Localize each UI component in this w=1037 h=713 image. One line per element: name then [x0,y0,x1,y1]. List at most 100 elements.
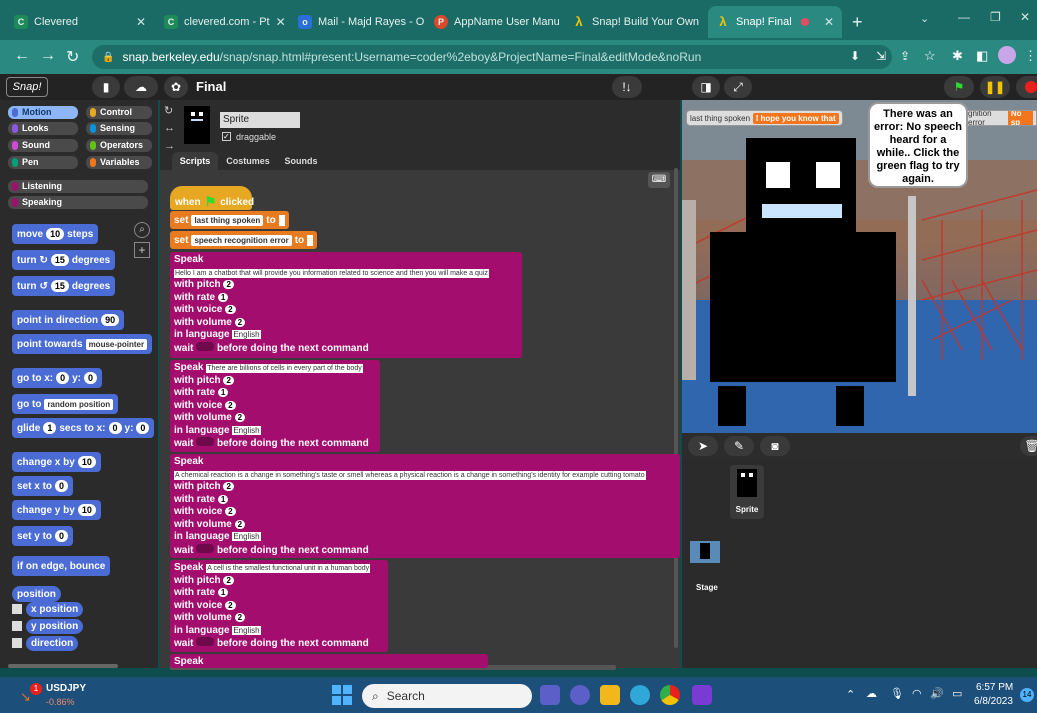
search-icon[interactable]: ⌕ [134,222,150,238]
file-explorer-icon[interactable] [600,685,620,705]
reload-icon[interactable]: ↻ [66,47,79,67]
block-goto[interactable]: go to random position [12,394,119,414]
block-bounce[interactable]: if on edge, bounce [12,556,111,576]
trash-icon[interactable]: 🗑 [1020,436,1037,456]
tab-sounds[interactable]: Sounds [278,152,324,170]
category-operators[interactable]: Operators [86,139,152,152]
tab-snap-build[interactable]: λ Snap! Build Your Own ✕ [564,6,706,38]
category-listening[interactable]: Listening [8,180,148,193]
pointer-icon[interactable]: ➤ [688,436,718,456]
block-set-x[interactable]: set x to 0 [12,476,74,496]
checkbox-x-position[interactable] [12,604,22,614]
tab-snap-final[interactable]: λ Snap! Final ✕ [708,6,842,38]
bookmark-star-icon[interactable]: ☆ [924,48,936,64]
palette-scrollbar[interactable] [8,664,118,668]
reporter-direction[interactable]: direction [26,636,79,651]
sprite-robot-head[interactable] [746,138,856,234]
mic-icon[interactable]: 🎙 [890,687,904,700]
tab-scripts[interactable]: Scripts [172,152,218,170]
rotate-style-icon[interactable]: ↻ [164,104,173,117]
taskbar-search[interactable]: ⌕ Search [362,684,532,708]
gear-icon[interactable]: ✿ [164,76,188,98]
clock-date[interactable]: 6/8/2023 [974,696,1013,707]
chevron-up-icon[interactable]: ⌃ [846,688,855,701]
stocks-widget[interactable]: ↘ 1 [20,683,42,705]
tab-appname[interactable]: P AppName User Manu ✕ [426,6,562,38]
corral-sprite[interactable]: Sprite [730,465,764,519]
back-icon[interactable]: ← [14,47,30,65]
tab-mail[interactable]: o Mail - Majd Rayes - O ✕ [290,6,424,38]
tab-clevered-com[interactable]: C clevered.com - Pt ✕ [156,6,288,38]
snap-logo[interactable]: Snap! [6,77,48,97]
download-icon[interactable]: ⬇ [850,49,860,63]
cast-icon[interactable]: ⇲ [876,49,886,63]
url-field[interactable]: 🔒 snap.berkeley.edu /snap/snap.html#pres… [92,45,892,69]
menu-kebab-icon[interactable]: ⋮ [1024,48,1037,64]
stage-size-icon[interactable]: ◨ [692,76,720,98]
maximize-icon[interactable]: ❐ [990,10,1001,24]
close-icon[interactable]: ✕ [130,15,146,29]
category-looks[interactable]: Looks [8,122,78,135]
block-change-y[interactable]: change y by 10 [12,500,101,520]
add-block-icon[interactable]: + [134,242,150,258]
speak-block-4[interactable]: Speak A cell is the smallest functional … [170,560,388,652]
unsaved-indicator-icon[interactable]: !↓ [612,76,642,98]
stage[interactable]: last thing spoken I hope you know that g… [682,100,1037,433]
keyboard-icon[interactable]: ⌨ [648,172,670,188]
paintbrush-icon[interactable]: ✎ [724,436,754,456]
block-change-x[interactable]: change x by 10 [12,452,101,472]
task-view-icon[interactable] [540,685,560,705]
new-tab-icon[interactable]: + [852,12,863,33]
block-turn-ccw[interactable]: turn ↺ 15 degrees [12,276,116,296]
fullscreen-icon[interactable]: ⤢ [724,76,752,98]
avatar[interactable] [998,46,1016,64]
wifi-icon[interactable]: ◠ [912,687,922,700]
minimize-icon[interactable]: — [958,10,970,24]
cloud-icon[interactable]: ☁ [124,76,158,98]
stop-icon[interactable] [1016,76,1037,98]
teams-icon[interactable] [570,685,590,705]
category-variables[interactable]: Variables [86,156,152,169]
forward-icon[interactable]: → [40,47,56,65]
speak-block-5[interactable]: Speak [170,654,488,668]
block-point-towards[interactable]: point towards mouse-pointer [12,334,153,354]
category-sensing[interactable]: Sensing [86,122,152,135]
no-rotate-icon[interactable]: → [164,140,175,152]
chrome-icon[interactable] [660,685,680,705]
block-move[interactable]: move 10 steps [12,224,99,244]
tab-clevered[interactable]: C Clevered ✕ [6,6,154,38]
watcher-speech-error[interactable]: gnition error No sp [964,110,1037,126]
reporter-x-position[interactable]: x position [26,602,84,617]
share-icon[interactable]: ⇪ [900,49,910,63]
edge-icon[interactable] [630,685,650,705]
reporter-y-position[interactable]: y position [26,619,84,634]
category-motion[interactable]: Motion [8,106,78,119]
app-icon[interactable] [692,685,712,705]
block-set-y[interactable]: set y to 0 [12,526,74,546]
file-icon[interactable]: ▮ [92,76,120,98]
speak-block-2[interactable]: Speak There are billions of cells in eve… [170,360,380,452]
script-vscrollbar[interactable] [674,168,678,648]
window-close-icon[interactable]: ✕ [1020,10,1030,24]
block-turn-cw[interactable]: turn ↻ 15 degrees [12,250,116,270]
volume-icon[interactable]: 🔊 [930,687,944,700]
close-icon[interactable]: ✕ [270,15,286,29]
draggable-checkbox[interactable]: ✓ [222,132,231,141]
cloud-icon[interactable]: ☁ [866,687,877,700]
start-icon[interactable] [332,685,352,705]
watcher-last-thing-spoken[interactable]: last thing spoken I hope you know that [686,110,843,126]
notification-badge[interactable]: 14 [1020,688,1034,702]
set-last-thing-spoken[interactable]: set last thing spoken to [170,211,289,229]
block-goto-xy[interactable]: go to x: 0 y: 0 [12,368,103,388]
set-speech-error[interactable]: set speech recognition error to [170,231,318,249]
close-icon[interactable]: ✕ [560,15,562,29]
close-icon[interactable]: ✕ [818,15,834,29]
category-sound[interactable]: Sound [8,139,78,152]
speak-block-1[interactable]: Speak Hello I am a chatbot that will pro… [170,252,522,358]
rotate-lr-icon[interactable]: ↔ [164,122,175,134]
hat-green-flag[interactable]: when ⚑ clicked [170,186,254,210]
pause-icon[interactable]: ❚❚ [980,76,1010,98]
chevron-down-icon[interactable]: ⌄ [920,12,929,25]
reporter-position[interactable]: position [12,586,61,602]
category-control[interactable]: Control [86,106,152,119]
